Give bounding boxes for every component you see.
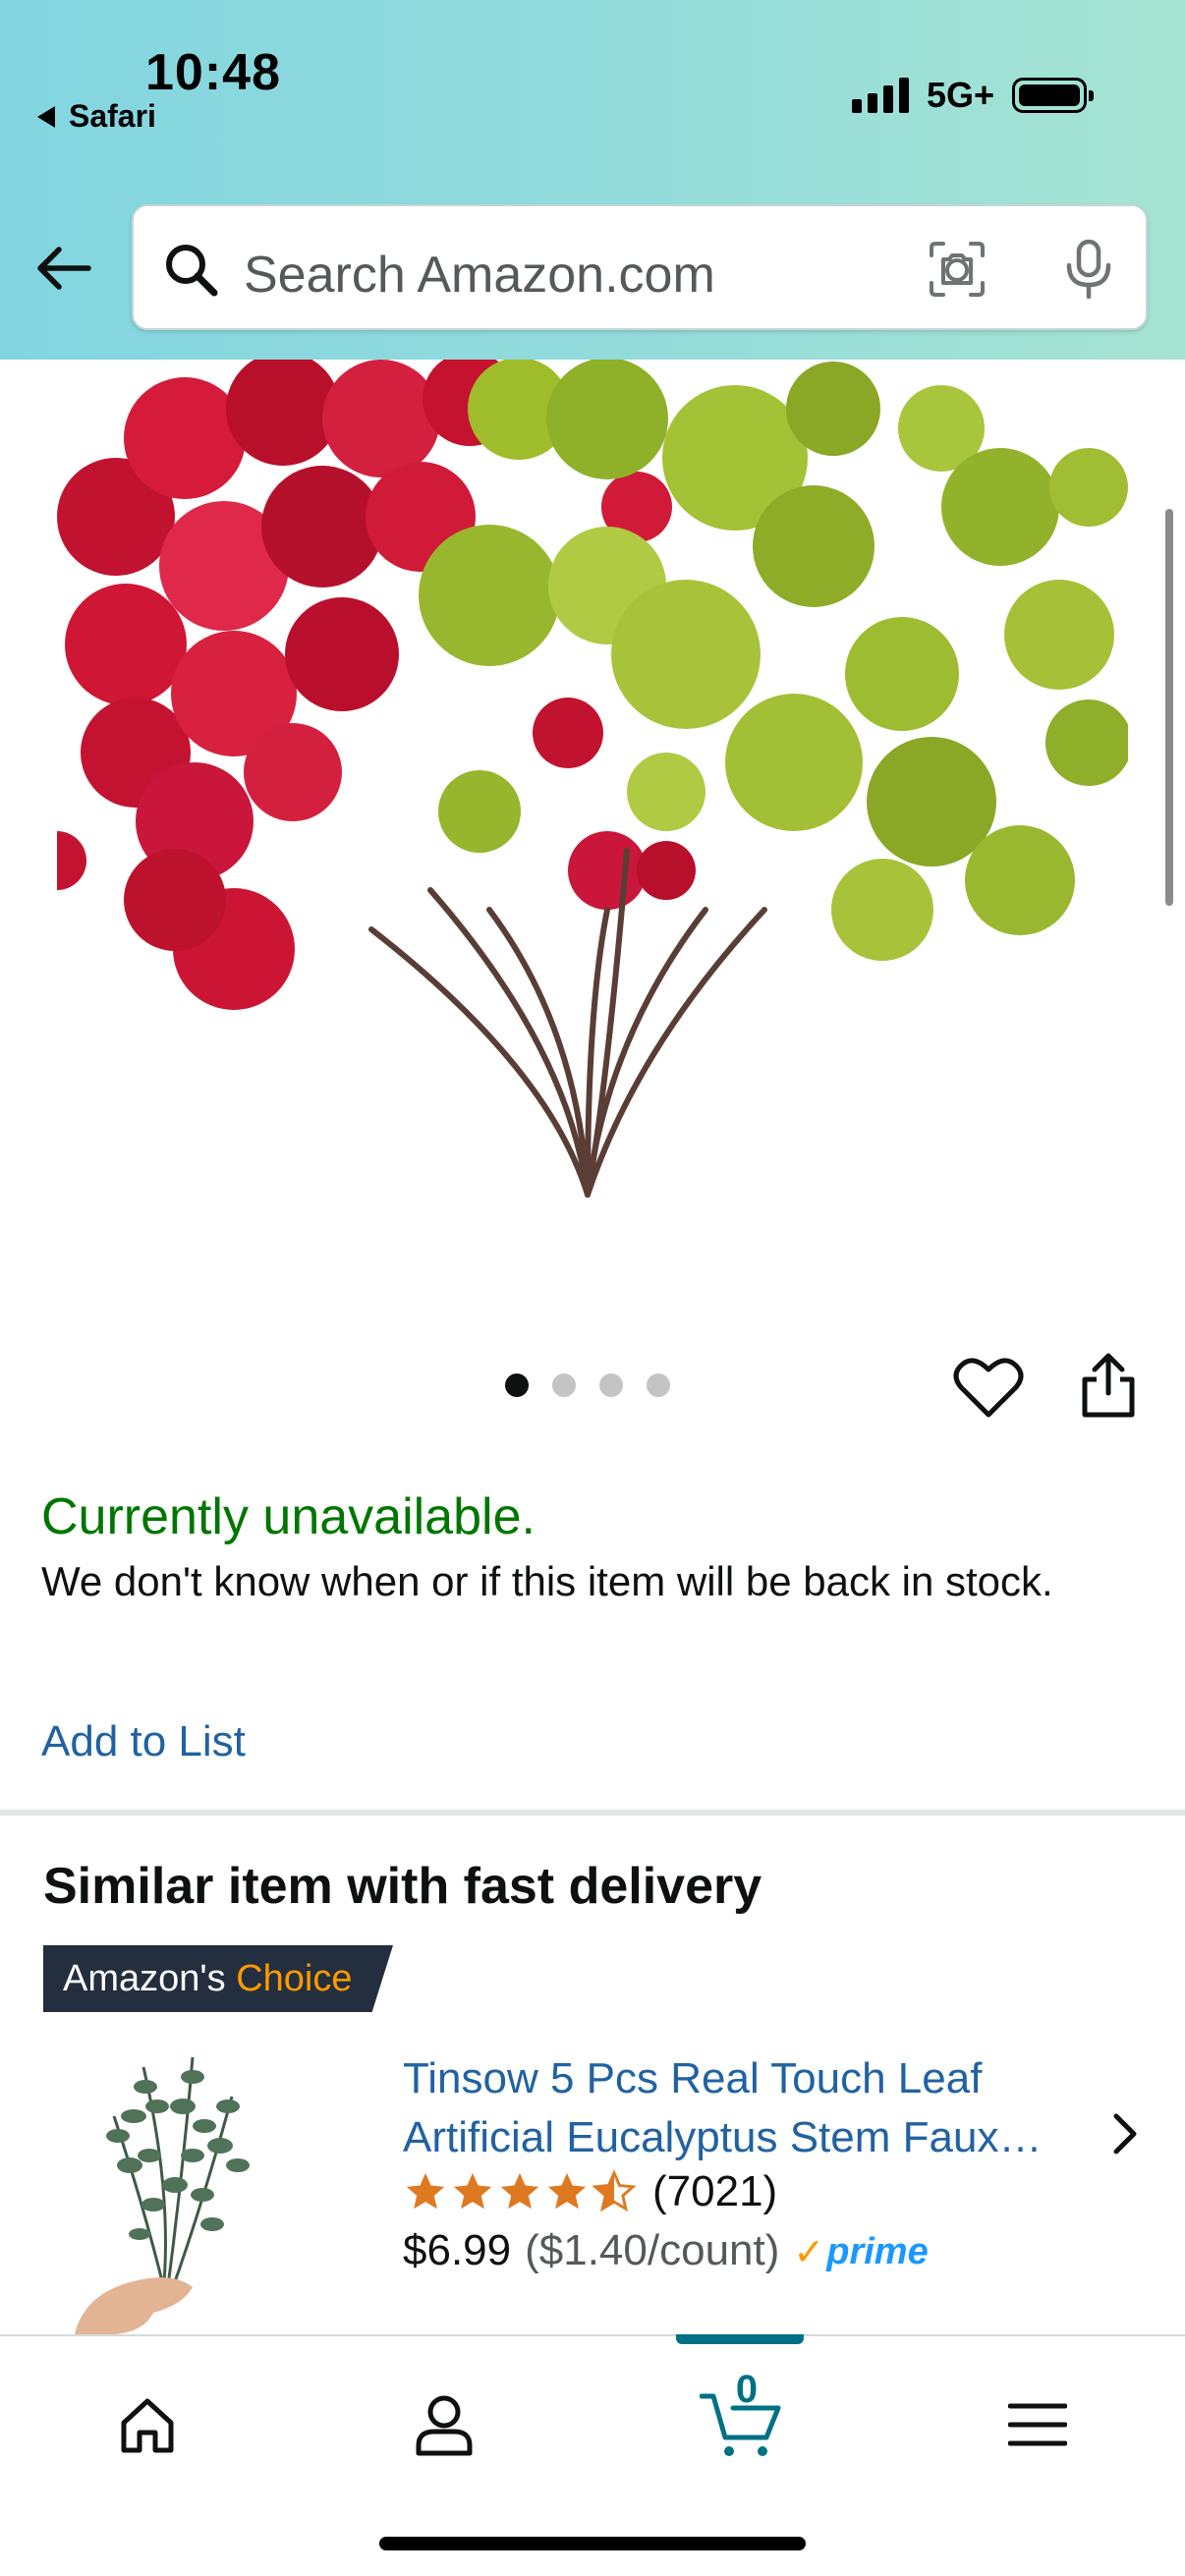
home-indicator[interactable] [379,2537,806,2550]
cart-count-badge: 0 [735,2368,759,2411]
pager-dot[interactable] [552,1373,576,1397]
heart-icon[interactable] [953,1354,1024,1421]
similar-item-price-row: $6.99 ($1.40/count) ✓ prime [403,2226,929,2275]
search-input[interactable]: Search Amazon.com [132,204,1148,330]
similar-item-title-line2: Artificial Eucalyptus Stem Faux… [403,2113,1043,2161]
similar-item-title-link[interactable]: Tinsow 5 Pcs Real Touch Leaf Artificial … [403,2049,1071,2167]
image-pager[interactable] [505,1373,670,1397]
cellular-signal-icon [851,78,909,113]
availability-message: We don't know when or if this item will … [41,1558,1053,1604]
prime-label: prime [826,2231,929,2272]
similar-item-title-line1: Tinsow 5 Pcs Real Touch Leaf [403,2054,983,2102]
similar-item-rating[interactable]: (7021) [403,2167,777,2216]
badge-highlight: Choice [236,1958,353,1999]
battery-icon [1012,78,1094,113]
badge-prefix: Amazon's [63,1958,226,1999]
search-placeholder: Search Amazon.com [244,247,715,304]
add-to-list-link[interactable]: Add to List [41,1717,246,1766]
pager-dot[interactable] [647,1373,670,1397]
prime-check-icon: ✓ [793,2232,825,2273]
scrollbar[interactable] [1165,509,1173,906]
prime-badge: ✓ prime [793,2230,928,2274]
unit-price: ($1.40/count) [525,2226,780,2274]
price: $6.99 [403,2226,512,2274]
pager-dot[interactable] [599,1373,623,1397]
similar-section-title: Similar item with fast delivery [43,1858,762,1915]
network-type: 5G+ [926,75,994,115]
pager-dot[interactable] [505,1373,529,1397]
microphone-icon[interactable] [1055,236,1122,303]
tab-home[interactable] [98,2376,197,2474]
chevron-right-icon[interactable] [1104,2110,1144,2157]
back-arrow-icon[interactable] [31,236,96,301]
product-image[interactable] [57,360,1128,1204]
amazons-choice-badge: Amazon's Choice [43,1945,393,2012]
back-to-safari-link[interactable]: Safari [37,98,156,135]
cart-tab-indicator [676,2334,804,2344]
availability-status: Currently unavailable. [41,1488,536,1545]
header: 10:48 Safari 5G+ Search Amazon.com [0,0,1185,360]
camera-icon[interactable] [926,238,988,301]
menu-icon [1008,2403,1067,2446]
stems [368,848,767,1198]
share-icon[interactable] [1077,1350,1140,1421]
back-app-label: Safari [69,98,156,134]
search-icon [166,245,218,297]
back-triangle-icon [37,105,55,128]
similar-item-thumbnail[interactable] [55,2047,320,2334]
star-rating-icon [403,2169,637,2214]
home-icon [121,2398,174,2453]
green-leaves-cluster [419,360,1128,961]
status-indicators: 5G+ [851,75,1094,116]
section-divider [0,1810,1185,1816]
status-time: 10:48 [145,44,281,101]
tab-account[interactable] [395,2376,493,2474]
review-count: (7021) [652,2167,778,2215]
tab-menu[interactable] [988,2376,1087,2474]
account-icon [416,2395,473,2456]
